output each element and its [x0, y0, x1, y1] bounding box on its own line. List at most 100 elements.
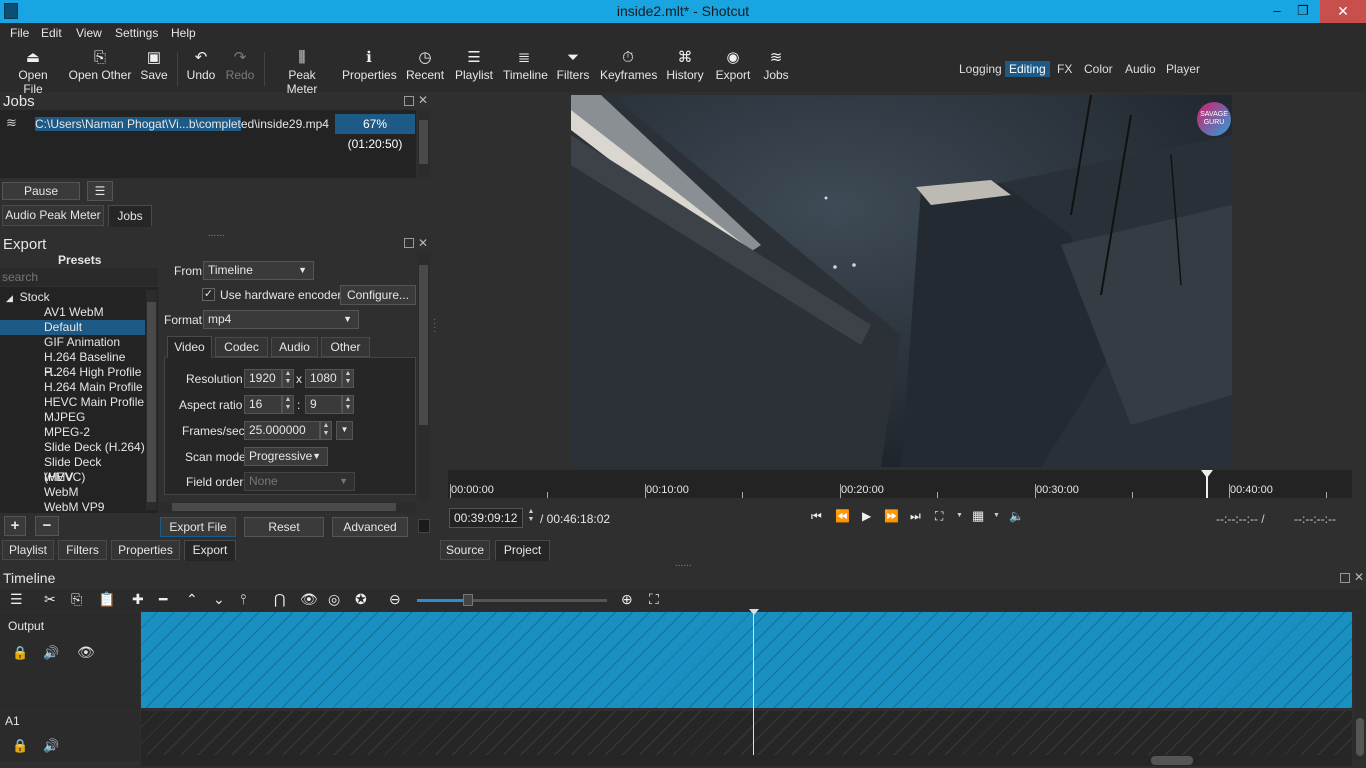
track-output-clip-area[interactable]	[141, 612, 1352, 708]
volume-icon[interactable]: 🔈	[1009, 509, 1024, 523]
skip-to-start-icon[interactable]: ⏮	[811, 509, 822, 524]
format-select[interactable]: mp4 ▼	[203, 310, 359, 329]
zoom-fit-icon[interactable]: ⛶	[935, 509, 943, 524]
preset-item[interactable]: MPEG-2	[0, 425, 145, 440]
peak-meter-button[interactable]: ⫼ Peak Meter	[273, 48, 331, 96]
layout-player[interactable]: Player	[1162, 61, 1204, 77]
tab-export[interactable]: Export	[184, 540, 236, 561]
eye-icon[interactable]: 👁	[77, 644, 95, 661]
lock-icon[interactable]: 🔒	[12, 645, 28, 661]
tab-audio-peak-meter[interactable]: Audio Peak Meter	[2, 205, 104, 226]
ripple-delete-icon[interactable]: ━	[159, 591, 167, 608]
chevron-down-icon[interactable]: ▼	[956, 512, 963, 519]
playhead[interactable]	[1201, 470, 1215, 498]
scrollbar-thumb[interactable]	[419, 120, 428, 164]
history-button[interactable]: ⌘ History	[666, 48, 704, 82]
vertical-splitter[interactable]: · · · ·	[433, 315, 436, 337]
preset-item[interactable]: GIF Animation	[0, 335, 145, 350]
scrollbar-thumb[interactable]	[419, 265, 428, 425]
timeline-h-scrollbar[interactable]	[141, 755, 1352, 766]
tab-filters[interactable]: Filters	[58, 540, 107, 560]
mute-icon[interactable]: 🔊	[43, 738, 59, 754]
jobs-button[interactable]: ≋ Jobs	[762, 48, 790, 82]
fast-forward-icon[interactable]: ⏩	[884, 509, 899, 523]
snap-magnet-icon[interactable]: ⋂	[274, 591, 285, 608]
jobs-scrollbar[interactable]	[418, 110, 430, 178]
open-file-button[interactable]: ⏏ Open File	[8, 48, 58, 96]
timeline-menu-icon[interactable]: ☰	[10, 591, 23, 608]
overwrite-icon[interactable]: ⌄	[213, 591, 225, 608]
panel-close-icon[interactable]: ✕	[418, 236, 428, 250]
tab-jobs[interactable]: Jobs	[108, 205, 152, 227]
keyframes-button[interactable]: ⏱ Keyframes	[600, 48, 657, 82]
fps-input[interactable]: 25.000000	[244, 421, 320, 440]
open-other-button[interactable]: ⎘ Open Other	[68, 48, 132, 82]
tab-other[interactable]: Other	[321, 337, 370, 357]
tab-project[interactable]: Project	[495, 540, 550, 561]
paste-icon[interactable]: 📋	[98, 591, 115, 608]
scan-mode-select[interactable]: Progressive ▼	[244, 447, 328, 466]
zoom-in-icon[interactable]: ⊕	[621, 591, 633, 608]
copy-icon[interactable]: ⎘	[71, 591, 82, 608]
pause-button[interactable]: Pause	[2, 182, 80, 200]
zoom-fit-icon[interactable]: ⛶	[649, 591, 659, 608]
maximize-button[interactable]: ❐	[1288, 0, 1318, 23]
remove-preset-button[interactable]: −	[35, 516, 59, 536]
preset-item[interactable]: WebM	[0, 485, 145, 500]
layout-logging[interactable]: Logging	[955, 61, 1006, 77]
skip-to-end-icon[interactable]: ⏭	[910, 509, 921, 524]
layout-audio[interactable]: Audio	[1121, 61, 1160, 77]
zoom-out-icon[interactable]: ⊖	[389, 591, 401, 608]
track-a1-clip-area[interactable]	[141, 711, 1352, 759]
ripple-icon[interactable]: ◎	[328, 591, 340, 608]
scrub-icon[interactable]: 👁	[300, 591, 318, 608]
preset-item-selected[interactable]: Default	[0, 320, 145, 335]
preset-item[interactable]: H.264 High Profile	[0, 365, 145, 380]
presets-scrollbar[interactable]	[146, 290, 157, 510]
preset-item[interactable]: WMV	[0, 470, 145, 485]
tab-video[interactable]: Video	[167, 336, 212, 358]
jobs-menu-button[interactable]: ☰	[87, 181, 113, 201]
tab-source[interactable]: Source	[440, 540, 490, 560]
mute-icon[interactable]: 🔊	[43, 645, 59, 661]
aspect-height-input[interactable]: 9	[305, 395, 342, 414]
export-file-button[interactable]: Export File	[160, 517, 236, 537]
filters-button[interactable]: ⏷ Filters	[556, 48, 590, 82]
preset-item[interactable]: Slide Deck (H.264)	[0, 440, 145, 455]
scrollbar-thumb[interactable]	[147, 302, 156, 502]
configure-button[interactable]: Configure...	[340, 285, 416, 305]
rewind-icon[interactable]: ⏪	[835, 509, 850, 523]
undock-icon[interactable]	[1340, 573, 1350, 583]
scrollbar-thumb[interactable]	[172, 503, 396, 511]
preset-item[interactable]: H.264 Baseline P...	[0, 350, 145, 379]
field-order-select[interactable]: None ▼	[244, 472, 355, 491]
reset-button[interactable]: Reset	[244, 517, 324, 537]
preset-item[interactable]: Slide Deck (HEVC)	[0, 455, 145, 484]
from-select[interactable]: Timeline ▼	[203, 261, 314, 280]
play-icon[interactable]: ▶	[862, 509, 871, 523]
current-time-stepper[interactable]: ▲ ▼	[525, 508, 537, 528]
resolution-width-input[interactable]: 1920	[244, 369, 282, 388]
chevron-down-icon[interactable]: ▼	[993, 512, 1000, 519]
layout-color[interactable]: Color	[1080, 61, 1117, 77]
player-scrubber[interactable]: 00:00:00 00:10:00 00:20:00 00:30:00 00:4…	[448, 470, 1352, 498]
export-button[interactable]: ◉ Export	[715, 48, 751, 82]
preset-item[interactable]: AV1 WebM	[0, 305, 145, 320]
preset-item[interactable]: HEVC Main Profile	[0, 395, 145, 410]
preset-item[interactable]: MJPEG	[0, 410, 145, 425]
resolution-width-stepper[interactable]: ▲ ▼	[282, 369, 294, 388]
export-h-scrollbar[interactable]	[160, 502, 416, 513]
current-time-field[interactable]: 00:39:09:12	[449, 508, 523, 528]
scrollbar-thumb[interactable]	[1151, 756, 1193, 765]
split-icon[interactable]: ⫯	[240, 591, 246, 608]
menu-settings[interactable]: Settings	[115, 26, 158, 40]
resolution-height-stepper[interactable]: ▲ ▼	[342, 369, 354, 388]
aspect-width-input[interactable]: 16	[244, 395, 282, 414]
fps-stepper[interactable]: ▲ ▼	[320, 421, 332, 440]
aspect-width-stepper[interactable]: ▲ ▼	[282, 395, 294, 414]
lift-icon[interactable]: ⌃	[186, 591, 198, 608]
stock-group[interactable]: ◢ Stock	[0, 290, 145, 305]
lock-icon[interactable]: 🔒	[12, 738, 28, 754]
tab-properties[interactable]: Properties	[111, 540, 180, 560]
ripple-all-icon[interactable]: ✪	[355, 591, 367, 608]
